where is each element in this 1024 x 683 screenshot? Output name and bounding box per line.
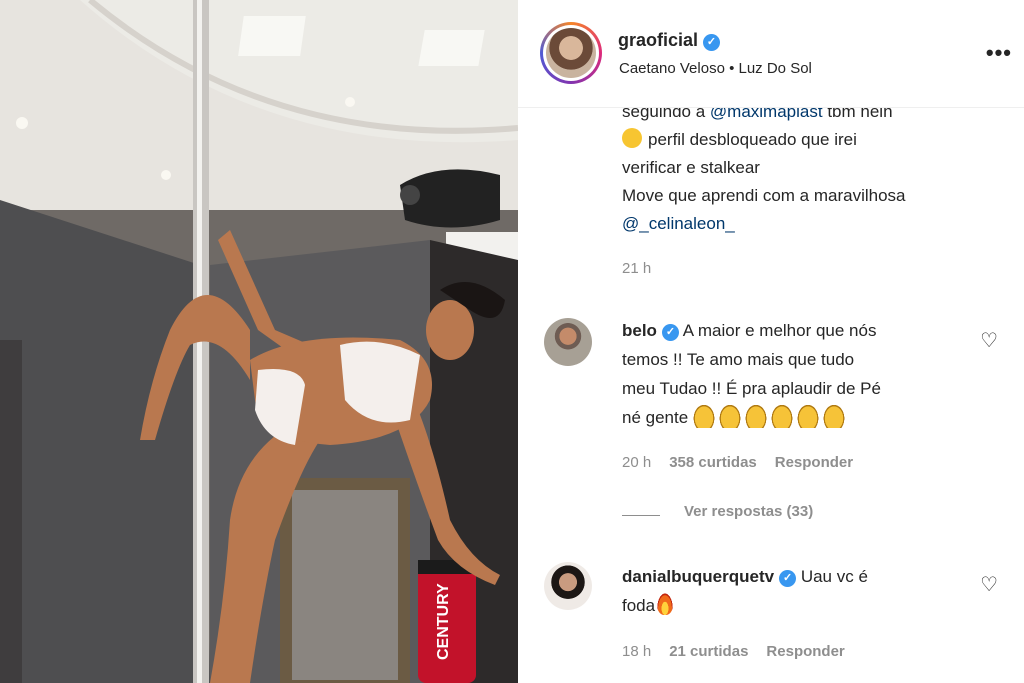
comment-timestamp[interactable]: 18 h xyxy=(622,643,651,660)
comment-likes[interactable]: 21 curtidas xyxy=(669,643,748,660)
author-username-text[interactable]: graoficial xyxy=(618,30,698,50)
comment-text: foda xyxy=(622,596,656,615)
caption-timestamp[interactable]: 21 h xyxy=(622,260,651,277)
verified-badge-icon: ✓ xyxy=(661,324,679,341)
caption-line-5: @_celinaleon_ xyxy=(622,210,1012,238)
comment-text: temos !! Te amo mais que tudo xyxy=(622,350,855,369)
commenter-avatar[interactable] xyxy=(544,318,592,366)
author-avatar[interactable] xyxy=(540,22,602,84)
comment-text: meu Tudao !! É pra aplaudir de Pé xyxy=(622,379,881,398)
comment-likes[interactable]: 358 curtidas xyxy=(669,454,757,471)
clapping-hands-emoji-icon xyxy=(692,404,849,428)
comment-text: A maior e melhor que nós xyxy=(682,321,877,340)
post-caption: seguindo a @maximaplast tbm hein perfil … xyxy=(622,98,1012,238)
verified-badge-icon: ✓ xyxy=(779,570,797,587)
pole-dance-video-frame: CENTURY xyxy=(0,0,518,683)
fire-emoji-icon xyxy=(657,593,674,615)
caption-text: perfil desbloqueado que irei xyxy=(648,130,857,149)
author-username[interactable]: graoficial ✓ xyxy=(618,30,721,51)
caption-text: Move que aprendi com a maravilhosa xyxy=(622,186,906,205)
comment-body: danialbuquerquetv ✓ Uau vc é foda xyxy=(622,562,962,620)
comment-timestamp[interactable]: 20 h xyxy=(622,454,651,471)
svg-text:CENTURY: CENTURY xyxy=(435,583,452,660)
reply-button[interactable]: Responder xyxy=(766,643,844,660)
commenter-avatar[interactable] xyxy=(544,562,592,610)
heart-outline-icon[interactable]: ♡ xyxy=(980,572,998,597)
heart-outline-icon[interactable]: ♡ xyxy=(980,328,998,353)
commenter-username[interactable]: danialbuquerquetv ✓ xyxy=(622,567,797,587)
comment-body: belo ✓ A maior e melhor que nós temos !! … xyxy=(622,316,962,432)
mention-link[interactable]: @_celinaleon_ xyxy=(622,214,735,233)
caption-line-4: Move que aprendi com a maravilhosa xyxy=(622,182,1012,210)
caption-line-2: perfil desbloqueado que irei xyxy=(622,126,1012,154)
commenter-username[interactable]: belo ✓ xyxy=(622,321,679,341)
audio-track[interactable]: Caetano Veloso • Luz Do Sol xyxy=(619,60,812,77)
comment-text: né gente xyxy=(622,408,689,427)
comment-meta: 18 h 21 curtidas Responder xyxy=(622,643,863,660)
verified-badge-icon: ✓ xyxy=(703,34,721,51)
reply-button[interactable]: Responder xyxy=(775,454,853,471)
smiling-face-emoji-icon xyxy=(622,128,642,148)
caption-line-3: verificar e stalkear xyxy=(622,154,1012,182)
more-options-icon[interactable]: ••• xyxy=(986,40,1012,66)
view-replies-button[interactable]: Ver respostas (33) xyxy=(622,503,813,520)
caption-text: verificar e stalkear xyxy=(622,158,760,177)
comments-panel: graoficial ✓ Caetano Veloso • Luz Do Sol … xyxy=(518,0,1024,683)
comment-text: Uau vc é xyxy=(800,567,868,586)
comment-meta: 20 h 358 curtidas Responder xyxy=(622,454,871,471)
post-header: graoficial ✓ Caetano Veloso • Luz Do Sol … xyxy=(518,0,1024,108)
post-media[interactable]: CENTURY xyxy=(0,0,518,683)
